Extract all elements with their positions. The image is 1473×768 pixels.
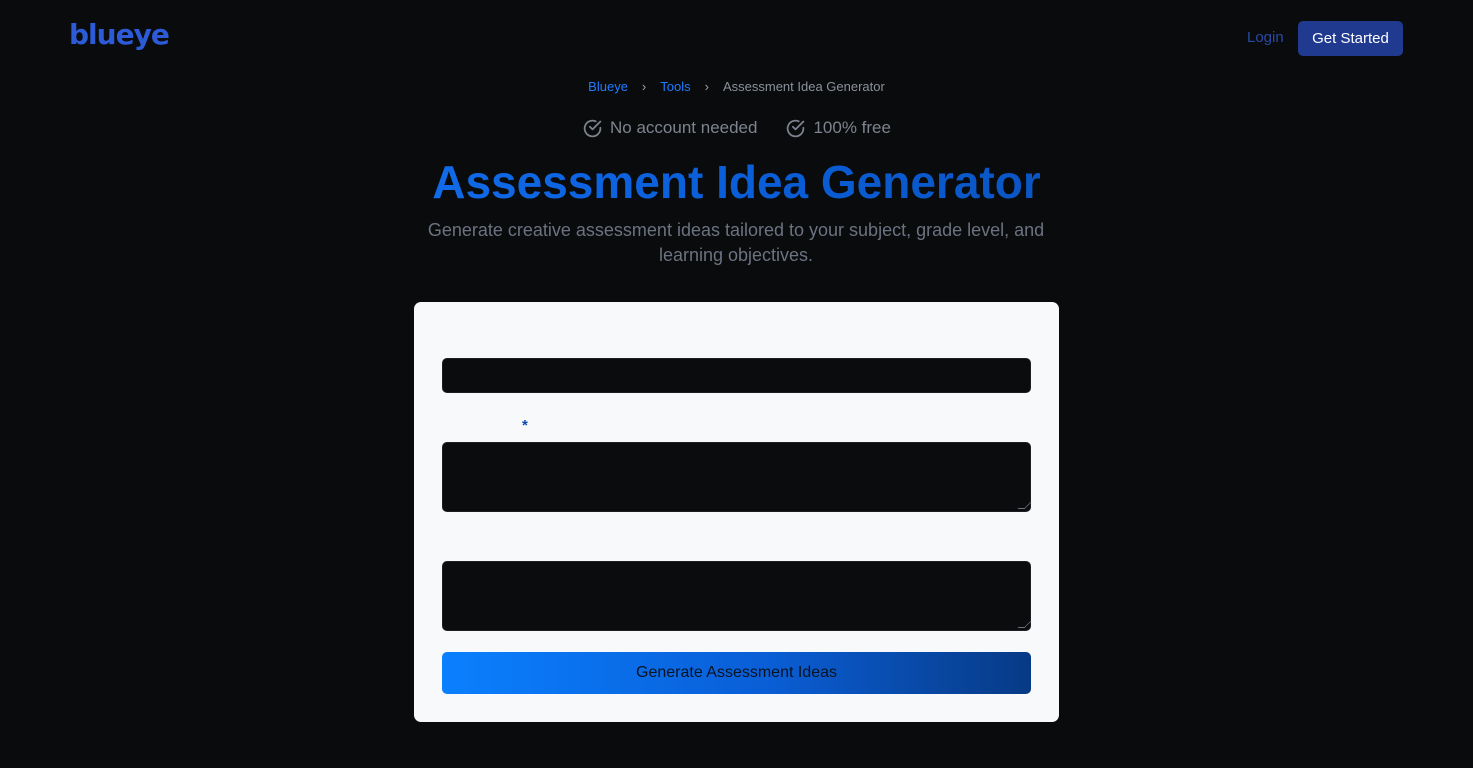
chevron-right-icon: › <box>641 78 647 94</box>
breadcrumb-item-blueye[interactable]: Blueye <box>588 79 628 94</box>
badge-no-account: No account needed <box>582 118 757 139</box>
badge-label: 100% free <box>813 118 891 137</box>
login-link[interactable]: Login <box>1247 29 1284 46</box>
feature-badges: No account needed 100% free <box>0 116 1473 140</box>
badge-free: 100% free <box>785 118 891 139</box>
check-circle-icon <box>787 119 805 137</box>
details-textarea[interactable] <box>442 561 1032 631</box>
get-started-button[interactable]: Get Started <box>1298 21 1403 56</box>
breadcrumb-current: Assessment Idea Generator <box>722 78 885 94</box>
generate-button[interactable]: Generate Assessment Ideas <box>442 652 1031 694</box>
breadcrumb: Blueye › Tools › Assessment Idea Generat… <box>0 77 1473 95</box>
badge-label: No account needed <box>610 118 758 137</box>
required-indicator: * <box>522 417 528 434</box>
objectives-textarea[interactable] <box>442 442 1032 512</box>
resize-handle-icon[interactable] <box>1017 502 1032 509</box>
page-subtitle: Generate creative assessment ideas tailo… <box>427 220 1045 265</box>
resize-handle-icon[interactable] <box>1017 621 1032 628</box>
brand-logo[interactable]: blueye <box>69 18 170 51</box>
breadcrumb-item-tools[interactable]: Tools <box>660 79 690 94</box>
page-title: Assessment Idea Generator <box>0 155 1473 209</box>
subject-input[interactable] <box>442 358 1031 393</box>
check-circle-icon <box>583 119 602 137</box>
site-header: blueye Login Get Started <box>0 0 1473 76</box>
generator-form-card: * Generate Assessment Ideas <box>414 302 1059 722</box>
chevron-right-icon: › <box>704 78 709 94</box>
